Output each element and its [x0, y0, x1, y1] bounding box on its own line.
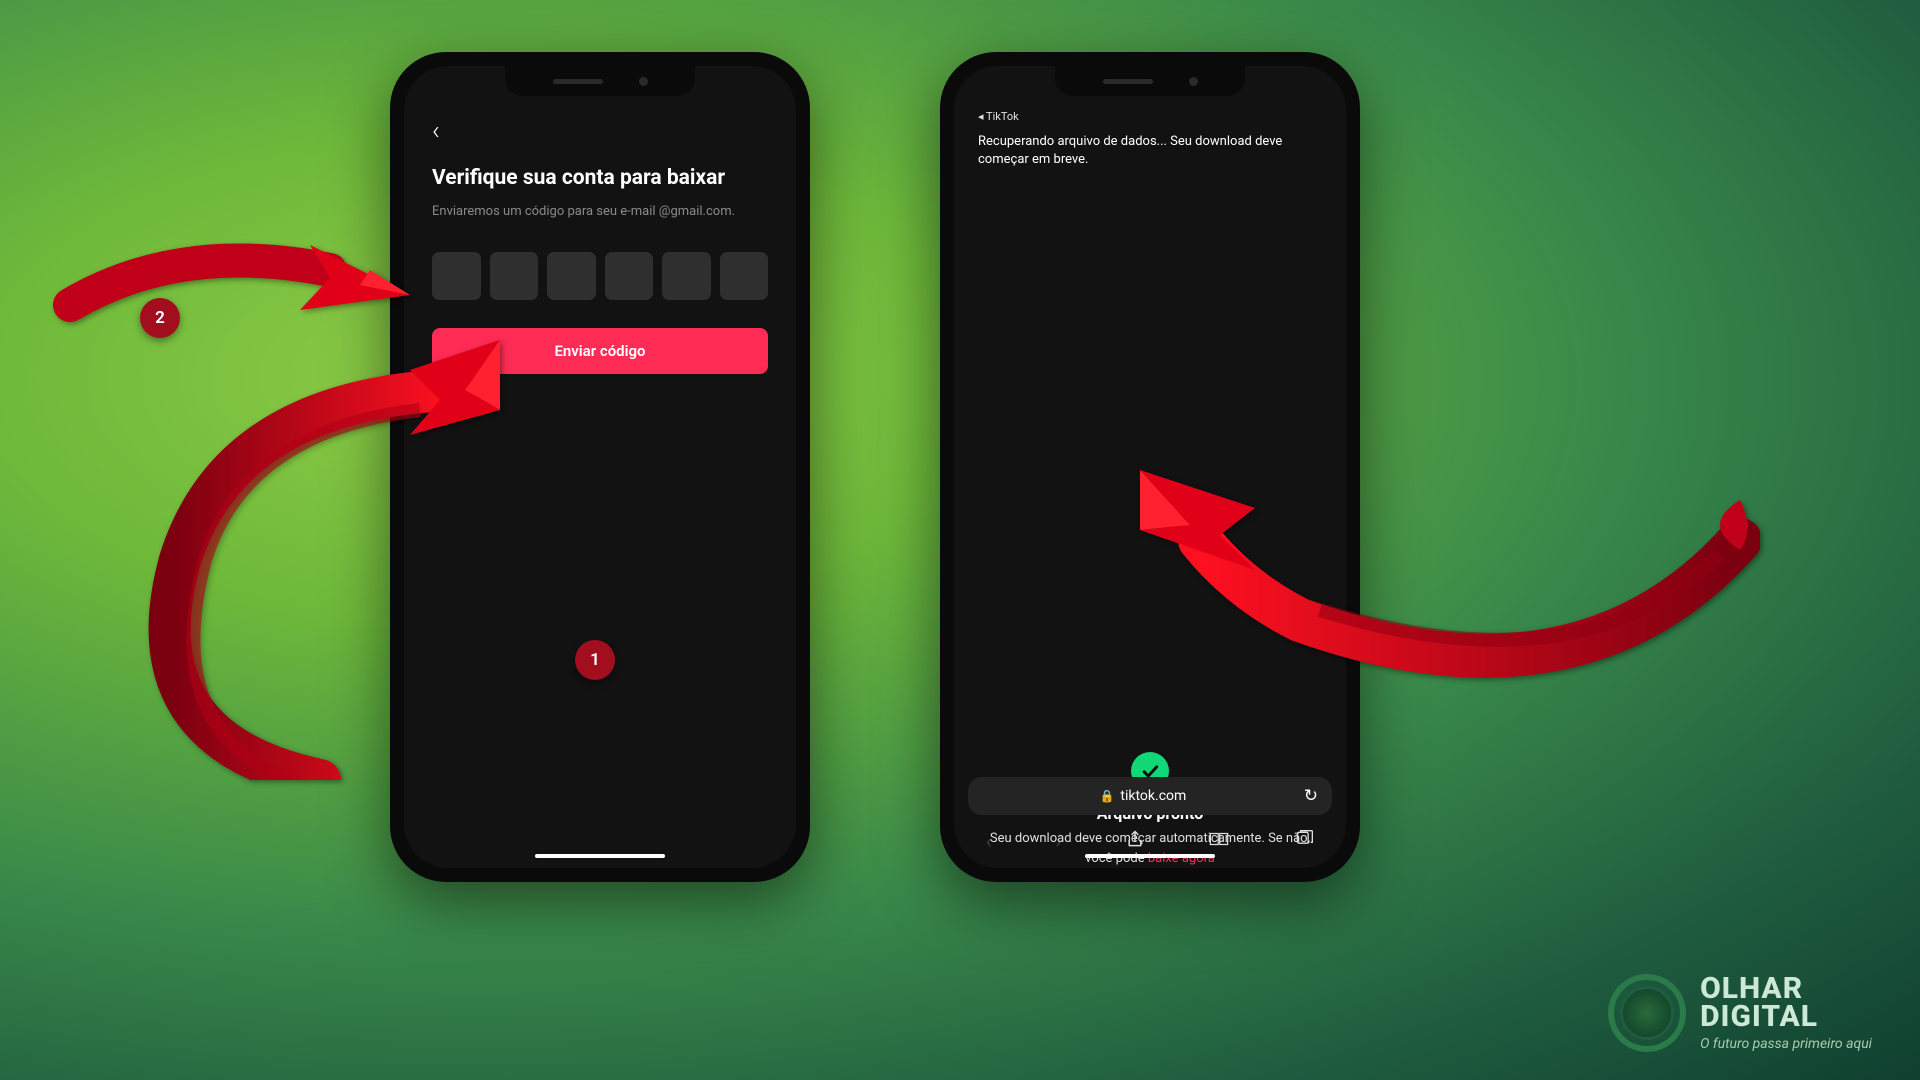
verify-subtitle: Enviaremos um código para seu e-mail @gm…: [432, 202, 768, 222]
code-digit-input[interactable]: [720, 252, 769, 300]
brand-logo: OLHAR DIGITAL O futuro passa primeiro aq…: [1608, 974, 1872, 1052]
share-icon[interactable]: [1125, 829, 1145, 854]
phone-notch: [505, 66, 695, 96]
url-text: tiktok.com: [1120, 788, 1186, 804]
step-badge-2: 2: [140, 298, 180, 338]
step-badge-1: 1: [575, 640, 615, 680]
return-to-app-link[interactable]: ◂ TikTok: [978, 110, 1322, 123]
nav-back-icon[interactable]: ‹: [986, 830, 992, 853]
annotation-arrow: [1140, 470, 1760, 760]
tabs-icon[interactable]: [1294, 829, 1314, 854]
annotation-arrow: [40, 200, 410, 330]
phone-notch: [1055, 66, 1245, 96]
nav-forward-icon[interactable]: ›: [1055, 830, 1061, 853]
bookmarks-icon[interactable]: [1208, 829, 1230, 854]
home-indicator[interactable]: [535, 854, 665, 858]
reload-icon[interactable]: ↻: [1304, 786, 1318, 806]
safari-urlbar[interactable]: 🔒 tiktok.com ↻: [968, 777, 1332, 815]
code-digit-input[interactable]: [662, 252, 711, 300]
back-button[interactable]: ‹: [432, 116, 768, 146]
annotation-arrow: [70, 260, 500, 780]
lock-icon: 🔒: [1099, 789, 1114, 803]
logo-circle-icon: [1608, 974, 1686, 1052]
code-digit-input[interactable]: [605, 252, 654, 300]
brand-name-line2: DIGITAL: [1700, 1003, 1872, 1032]
brand-tagline: O futuro passa primeiro aqui: [1700, 1036, 1872, 1052]
code-digit-input[interactable]: [547, 252, 596, 300]
download-toast: Recuperando arquivo de dados... Seu down…: [978, 133, 1322, 169]
verify-title: Verifique sua conta para baixar: [432, 166, 768, 190]
home-indicator[interactable]: [1085, 854, 1215, 858]
